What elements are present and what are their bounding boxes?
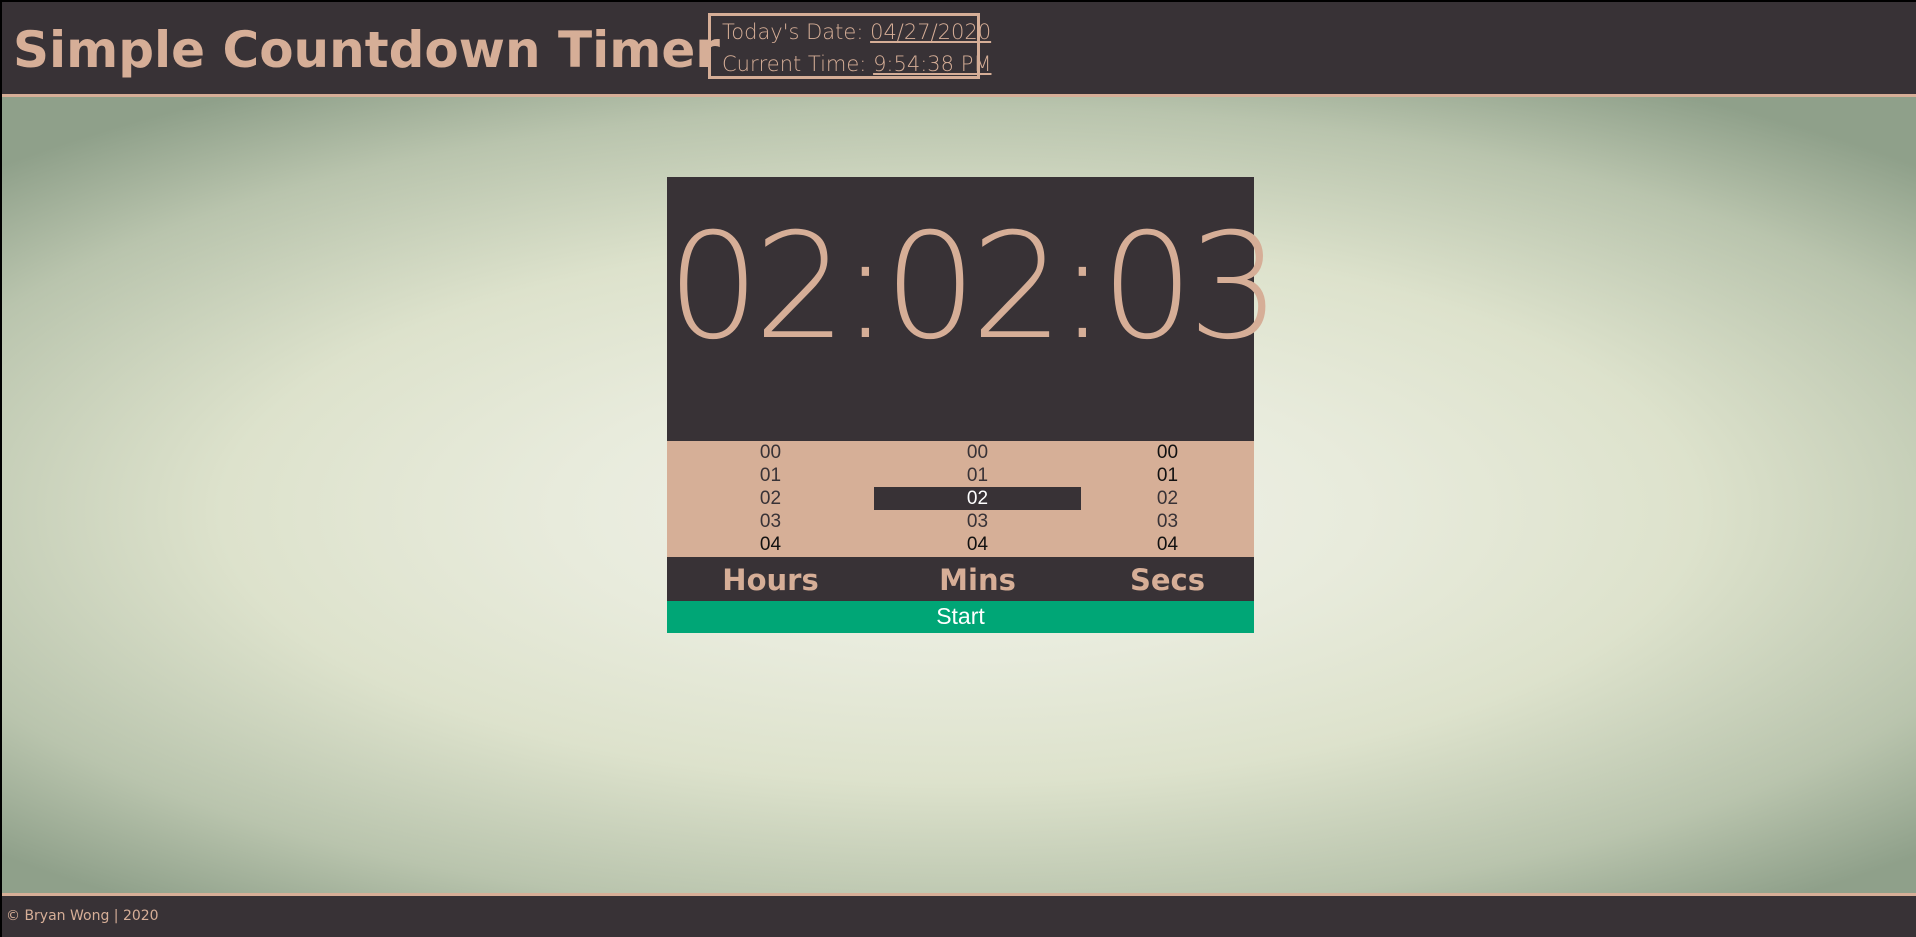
- hours-option[interactable]: 03: [667, 510, 874, 533]
- date-line: Today's Date: 04/27/2020: [722, 16, 991, 48]
- page-title: Simple Countdown Timer: [13, 21, 720, 79]
- minutes-option[interactable]: 04: [874, 533, 1081, 556]
- countdown-display: 02:02:03: [667, 177, 1281, 441]
- date-label: Today's Date:: [722, 20, 871, 44]
- minutes-option-selected[interactable]: 02: [874, 487, 1081, 510]
- seconds-option[interactable]: 03: [1064, 510, 1271, 533]
- header: Simple Countdown Timer Today's Date: 04/…: [2, 2, 1916, 97]
- footer: © Bryan Wong | 2020: [2, 896, 1916, 937]
- seconds-option[interactable]: 00: [1064, 441, 1271, 464]
- hours-option[interactable]: 04: [667, 533, 874, 556]
- hours-label: Hours: [722, 563, 819, 597]
- datetime-box: Today's Date: 04/27/2020 Current Time: 9…: [708, 13, 991, 80]
- hours-picker[interactable]: 00 01 02 03 04: [667, 441, 874, 557]
- hours-option[interactable]: 00: [667, 441, 874, 464]
- seconds-option[interactable]: 01: [1064, 464, 1271, 487]
- seconds-option[interactable]: 02: [1064, 487, 1271, 510]
- minutes-label: Mins: [939, 563, 1016, 597]
- start-button[interactable]: Start: [667, 601, 1254, 633]
- time-pickers: 00 01 02 03 04 00 01 02 03 04 00 01 02 0…: [667, 441, 1254, 557]
- date-value: 04/27/2020: [870, 20, 992, 44]
- time-value: 9:54:38 PM: [873, 52, 992, 76]
- hours-option[interactable]: 01: [667, 464, 874, 487]
- seconds-picker[interactable]: 00 01 02 03 04: [1064, 441, 1271, 557]
- time-label: Current Time:: [722, 52, 874, 76]
- seconds-option[interactable]: 04: [1064, 533, 1271, 556]
- timer-card: 02:02:03 00 01 02 03 04 00 01 02 03 04 0…: [667, 177, 1281, 633]
- copyright-text: © Bryan Wong | 2020: [6, 908, 159, 924]
- time-line: Current Time: 9:54:38 PM: [722, 48, 991, 80]
- app-frame: Simple Countdown Timer Today's Date: 04/…: [2, 2, 1916, 937]
- hours-option[interactable]: 02: [667, 487, 874, 510]
- minutes-option[interactable]: 03: [874, 510, 1081, 533]
- minutes-option[interactable]: 00: [874, 441, 1081, 464]
- seconds-label: Secs: [1129, 563, 1205, 597]
- minutes-option[interactable]: 01: [874, 464, 1081, 487]
- minutes-picker[interactable]: 00 01 02 03 04: [874, 441, 1081, 557]
- unit-labels: Hours Mins Secs: [667, 557, 1254, 601]
- main-area: 02:02:03 00 01 02 03 04 00 01 02 03 04 0…: [2, 97, 1916, 896]
